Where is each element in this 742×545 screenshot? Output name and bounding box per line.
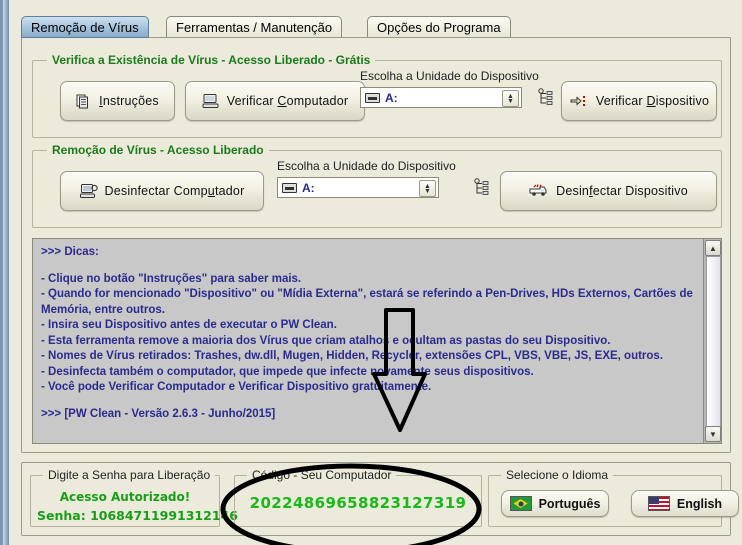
scan-group: Verifica a Existência de Vírus - Acesso … bbox=[32, 53, 722, 138]
removal-drive-combo[interactable]: A: ▲ ▼ bbox=[277, 177, 439, 198]
check-device-button[interactable]: Verificar Dispositivo bbox=[561, 81, 717, 121]
tips-spacer bbox=[41, 261, 696, 272]
scan-group-legend: Verifica a Existência de Vírus - Acesso … bbox=[47, 53, 376, 67]
tips-line: - Insira seu Dispositivo antes de execut… bbox=[41, 319, 337, 331]
computer-icon bbox=[202, 93, 220, 109]
tips-line: >>> Dicas: bbox=[41, 246, 99, 258]
application-window: Remoção de Vírus Ferramentas / Manutençã… bbox=[0, 0, 742, 545]
combo-spinner-icon[interactable]: ▲ ▼ bbox=[419, 180, 436, 197]
device-tree-icon bbox=[537, 87, 557, 107]
scan-drive-combo[interactable]: A: ▲ ▼ bbox=[360, 87, 522, 108]
check-computer-button[interactable]: Verificar Computador bbox=[185, 81, 365, 121]
documents-icon bbox=[76, 93, 92, 109]
tips-scrollbar[interactable]: ▲ ▼ bbox=[703, 239, 721, 443]
tips-line: - Clique no botão "Instruções" para sabe… bbox=[41, 272, 302, 285]
tab-tools-maintenance[interactable]: Ferramentas / Manutenção bbox=[166, 16, 343, 38]
removal-group: Remoção de Vírus - Acesso Liberado Desin… bbox=[32, 143, 722, 228]
disinfect-device-button-label: Desinfectar Dispositivo bbox=[556, 184, 688, 198]
tips-version-line: >>> [PW Clean - Versão 2.6.3 - Junho/201… bbox=[41, 407, 276, 420]
computer-scan-icon bbox=[79, 183, 98, 199]
flag-usa-icon bbox=[647, 496, 670, 511]
removal-drive-label: Escolha a Unidade do Dispositivo bbox=[277, 159, 456, 173]
check-device-button-label: Verificar Dispositivo bbox=[595, 94, 710, 108]
computer-code-value: 20224869658823127319 bbox=[249, 494, 467, 512]
computer-code-legend: Código - Seu Computador bbox=[247, 468, 397, 482]
language-portuguese-label: Português bbox=[538, 496, 601, 511]
check-computer-button-label: Verificar Computador bbox=[226, 94, 349, 108]
instructions-button[interactable]: Instruções bbox=[60, 81, 175, 121]
language-group-legend: Selecione o Idioma bbox=[501, 468, 614, 482]
language-portuguese-button[interactable]: Português bbox=[501, 490, 609, 517]
computer-code-group: Código - Seu Computador 2022486965882312… bbox=[234, 468, 482, 527]
hand-point-icon bbox=[569, 93, 589, 109]
scan-drive-label: Escolha a Unidade do Dispositivo bbox=[360, 69, 539, 83]
ambulance-icon bbox=[529, 184, 549, 198]
tips-textarea[interactable]: >>> Dicas: - Clique no botão "Instruções… bbox=[32, 238, 722, 444]
tips-spacer bbox=[41, 396, 696, 407]
removal-drive-value: A: bbox=[302, 180, 315, 195]
tips-line: - Quando for mencionado "Dispositivo" ou… bbox=[41, 288, 693, 316]
tips-line: - Desinfecta também o computador, que im… bbox=[41, 365, 534, 378]
scroll-down-icon[interactable]: ▼ bbox=[705, 426, 721, 442]
tips-line: - Você pode Verificar Computador e Verif… bbox=[41, 381, 432, 393]
password-value-text: Senha: 10684711991312146 bbox=[37, 508, 238, 523]
window-left-edge bbox=[3, 0, 9, 545]
scan-drive-value: A: bbox=[385, 90, 398, 105]
combo-spinner-icon[interactable]: ▲ ▼ bbox=[502, 90, 519, 107]
instructions-button-label: Instruções bbox=[99, 94, 159, 108]
language-english-button[interactable]: English bbox=[631, 490, 739, 517]
language-group: Selecione o Idioma Português English bbox=[488, 468, 739, 527]
bottom-panel: Digite a Senha para Liberação Acesso Aut… bbox=[21, 462, 739, 536]
tab-virus-removal[interactable]: Remoção de Vírus bbox=[21, 16, 149, 38]
disinfect-computer-button[interactable]: Desinfectar Computador bbox=[60, 171, 264, 211]
drive-icon bbox=[365, 92, 380, 103]
tips-line: - Nomes de Vírus retirados: Trashes, dw.… bbox=[41, 350, 664, 362]
main-panel: Verifica a Existência de Vírus - Acesso … bbox=[21, 37, 731, 453]
scroll-up-icon[interactable]: ▲ bbox=[705, 240, 721, 256]
drive-icon bbox=[282, 182, 297, 193]
scrollbar-thumb[interactable] bbox=[706, 256, 721, 428]
tab-strip: Remoção de Vírus Ferramentas / Manutençã… bbox=[21, 16, 731, 38]
password-group: Digite a Senha para Liberação Acesso Aut… bbox=[30, 468, 238, 527]
disinfect-computer-button-label: Desinfectar Computador bbox=[104, 184, 245, 198]
device-tree-icon bbox=[473, 177, 493, 197]
removal-group-legend: Remoção de Vírus - Acesso Liberado bbox=[47, 143, 269, 157]
tips-text: >>> Dicas: - Clique no botão "Instruções… bbox=[33, 239, 704, 443]
password-group-legend: Digite a Senha para Liberação bbox=[43, 468, 216, 482]
tips-line: - Esta ferramenta remove a maioria dos V… bbox=[41, 334, 611, 347]
language-english-label: English bbox=[676, 496, 723, 511]
flag-brazil-icon bbox=[509, 496, 532, 511]
tab-program-options[interactable]: Opções do Programa bbox=[367, 16, 511, 38]
access-status-text: Acesso Autorizado! bbox=[59, 490, 191, 504]
disinfect-device-button[interactable]: Desinfectar Dispositivo bbox=[500, 171, 717, 211]
